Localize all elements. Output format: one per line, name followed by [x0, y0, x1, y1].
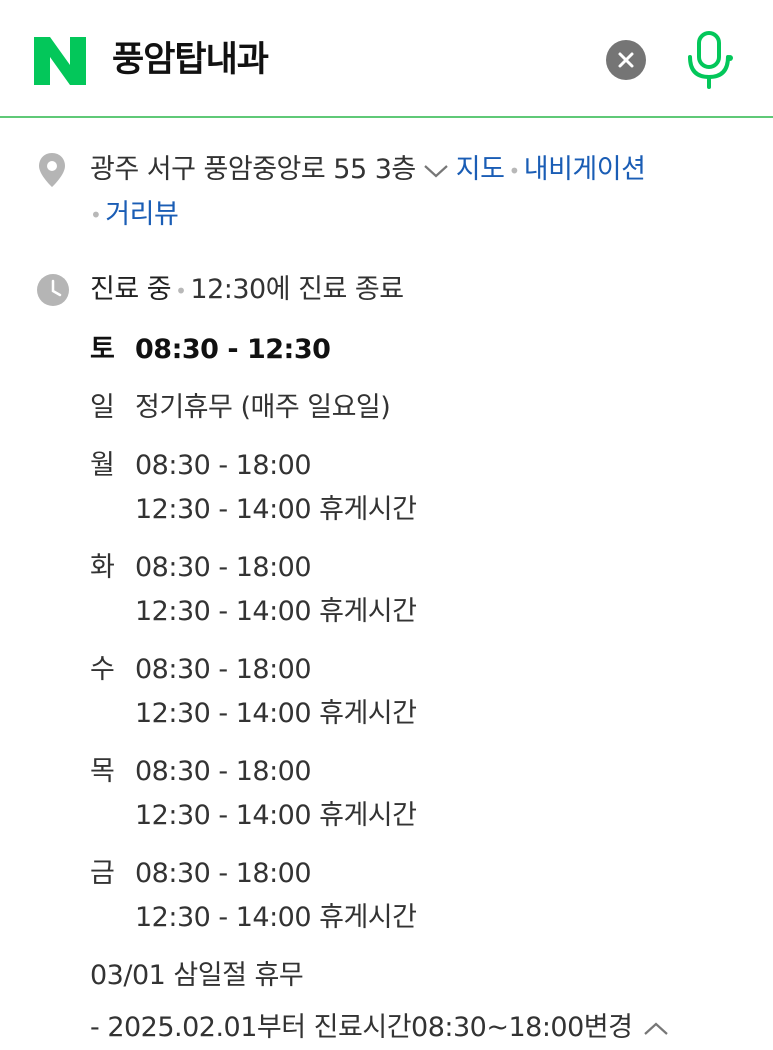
holiday-note: 03/01 삼일절 휴무	[90, 960, 304, 991]
hours-change-note: - 2025.02.01부터 진료시간08:30~18:00변경	[90, 1006, 750, 1050]
address-block: 광주 서구 풍암중앙로 55 3층 지도 • 내비게이션 • 거리뷰	[90, 148, 740, 237]
hours-time: 08:30 - 18:00	[135, 756, 312, 787]
day-label: 수	[90, 654, 115, 685]
hours-row-monday: 월 08:30 - 18:00 12:30 - 14:00 휴게시간	[90, 444, 750, 532]
map-link[interactable]: 지도	[456, 154, 505, 185]
status-state: 진료 중	[90, 274, 172, 305]
hours-time: 08:30 - 18:00	[135, 450, 312, 481]
hours-time: 08:30 - 18:00	[135, 654, 312, 685]
break-time: 12:30 - 14:00 휴게시간	[135, 698, 417, 729]
hours-row-thursday: 목 08:30 - 18:00 12:30 - 14:00 휴게시간	[90, 750, 750, 838]
hours-time: 정기휴무 (매주 일요일)	[135, 392, 391, 423]
naver-logo[interactable]	[34, 37, 86, 85]
day-label: 금	[90, 858, 115, 889]
break-time: 12:30 - 14:00 휴게시간	[135, 596, 417, 627]
day-label: 토	[90, 334, 115, 365]
hours-row-saturday: 토 08:30 - 12:30	[90, 328, 750, 372]
clear-icon	[618, 52, 634, 68]
microphone-icon[interactable]	[684, 30, 734, 90]
search-query[interactable]: 풍암탑내과	[112, 38, 269, 82]
address-text: 광주 서구 풍암중앙로 55 3층	[90, 154, 416, 185]
separator-dot: •	[90, 203, 102, 227]
break-time: 12:30 - 14:00 휴게시간	[135, 800, 417, 831]
separator-dot: •	[175, 278, 187, 303]
hours-time: 08:30 - 18:00	[135, 552, 312, 583]
hours-row-sunday: 일 정기휴무 (매주 일요일)	[90, 386, 750, 430]
chevron-up-icon[interactable]	[642, 1020, 670, 1038]
business-status: 진료 중 • 12:30에 진료 종료	[90, 268, 404, 313]
hours-row-friday: 금 08:30 - 18:00 12:30 - 14:00 휴게시간	[90, 852, 750, 940]
hours-row-tuesday: 화 08:30 - 18:00 12:30 - 14:00 휴게시간	[90, 546, 750, 634]
hours-time: 08:30 - 18:00	[135, 858, 312, 889]
day-label: 일	[90, 392, 115, 423]
hours-row-wednesday: 수 08:30 - 18:00 12:30 - 14:00 휴게시간	[90, 648, 750, 736]
day-label: 화	[90, 552, 115, 583]
hours-change-text: - 2025.02.01부터 진료시간08:30~18:00변경	[90, 1012, 633, 1043]
navigation-link[interactable]: 내비게이션	[524, 154, 646, 185]
break-time: 12:30 - 14:00 휴게시간	[135, 494, 417, 525]
search-header: 풍암탑내과	[0, 0, 773, 118]
street-view-link[interactable]: 거리뷰	[105, 199, 179, 230]
break-time: 12:30 - 14:00 휴게시간	[135, 902, 417, 933]
clear-search-button[interactable]	[606, 40, 646, 80]
day-label: 목	[90, 756, 115, 787]
status-detail: 12:30에 진료 종료	[190, 274, 404, 305]
chevron-down-icon[interactable]	[422, 162, 450, 180]
separator-dot: •	[508, 158, 520, 183]
opening-hours: 토 08:30 - 12:30 일 정기휴무 (매주 일요일) 월 08:30 …	[90, 328, 750, 1050]
location-pin-icon	[39, 153, 65, 187]
day-label: 월	[90, 450, 115, 481]
clock-icon	[37, 274, 69, 306]
hours-time: 08:30 - 12:30	[135, 334, 331, 365]
